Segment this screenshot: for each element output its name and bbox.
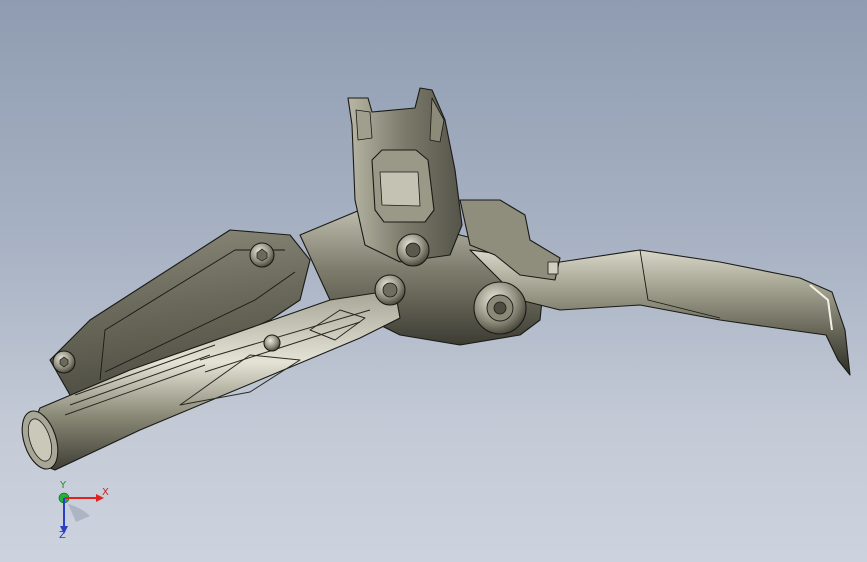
bolt-small: [263, 334, 281, 352]
bolt-clamp: [396, 233, 430, 267]
bolt-pivot: [473, 281, 527, 335]
bolt-reservoir-front: [52, 350, 76, 374]
z-axis-label: Z: [59, 530, 66, 541]
brake-lever-model[interactable]: [0, 0, 867, 562]
y-axis-label: Y: [60, 480, 67, 491]
bolt-reservoir-rear: [249, 242, 275, 268]
x-axis-label: X: [102, 487, 109, 498]
axis-triad: X Y Z: [46, 480, 116, 544]
cad-3d-viewport[interactable]: X Y Z: [0, 0, 867, 562]
bolt-body: [374, 274, 406, 306]
